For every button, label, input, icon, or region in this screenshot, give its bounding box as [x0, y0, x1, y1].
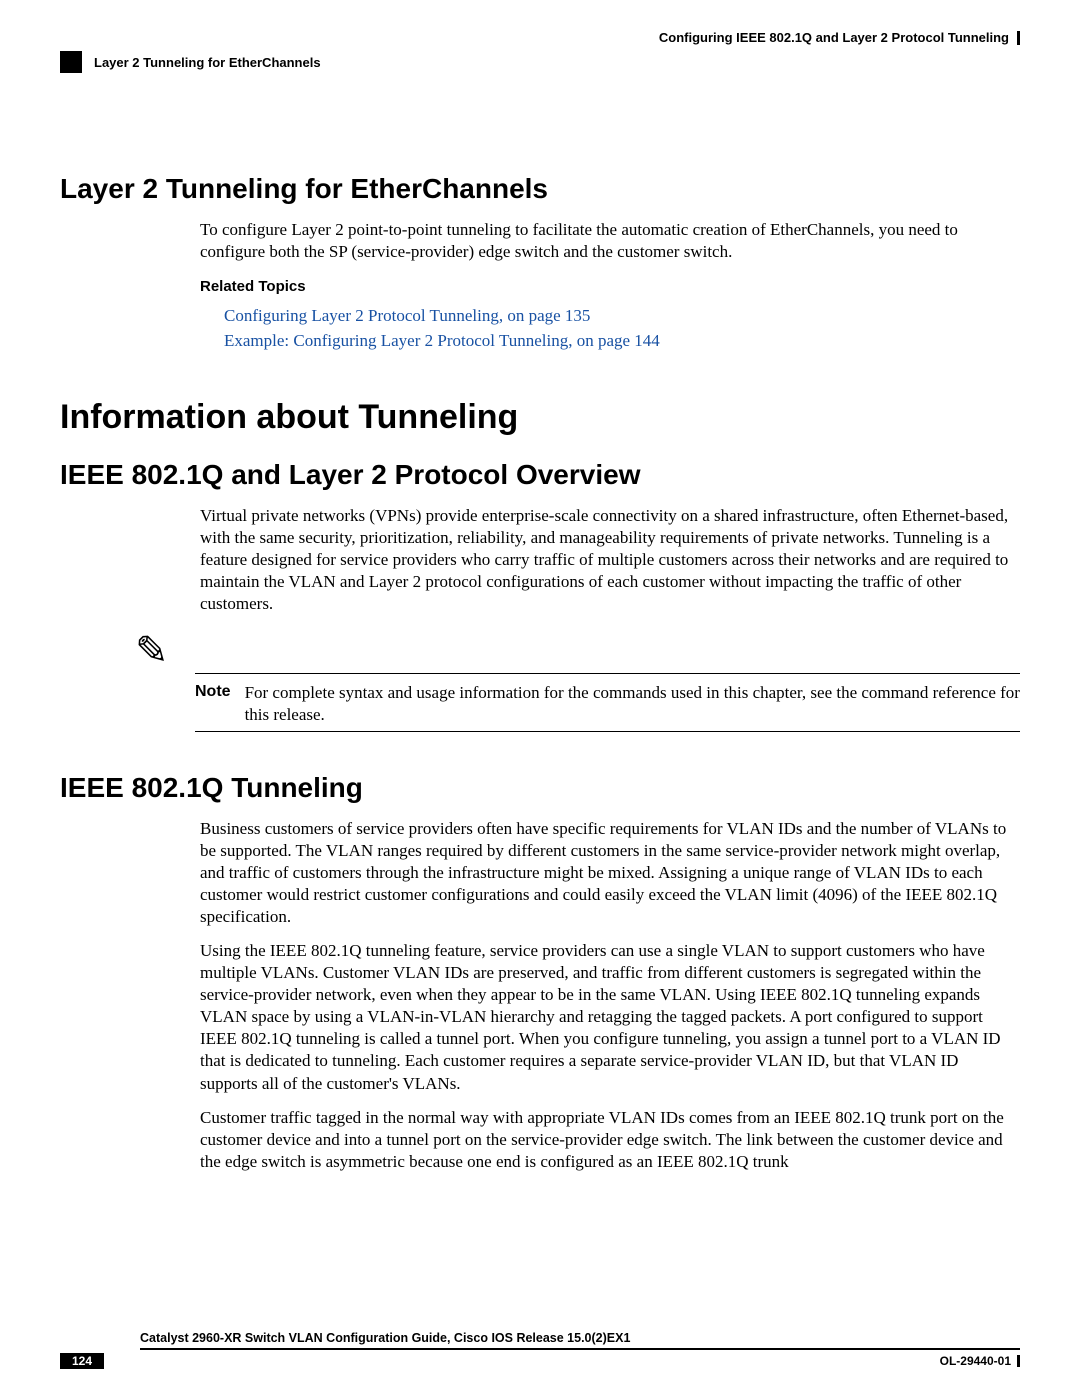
- divider: [195, 673, 1020, 674]
- footer-guide-title: Catalyst 2960-XR Switch VLAN Configurati…: [140, 1331, 1020, 1350]
- divider: [195, 731, 1020, 732]
- paragraph: To configure Layer 2 point-to-point tunn…: [200, 219, 1020, 263]
- running-section-header: Layer 2 Tunneling for EtherChannels: [94, 55, 321, 70]
- heading-info-about-tunneling: Information about Tunneling: [60, 398, 1020, 437]
- note-text: For complete syntax and usage informatio…: [245, 682, 1020, 726]
- heading-8021q-tunneling: IEEE 802.1Q Tunneling: [60, 772, 1020, 804]
- heading-overview: IEEE 802.1Q and Layer 2 Protocol Overvie…: [60, 459, 1020, 491]
- paragraph: Business customers of service providers …: [200, 818, 1020, 928]
- vertical-bar-icon: [1017, 1355, 1020, 1367]
- document-id: OL-29440-01: [940, 1354, 1011, 1368]
- note-label: Note: [195, 682, 231, 701]
- heading-layer2-etherchannels: Layer 2 Tunneling for EtherChannels: [60, 173, 1020, 205]
- related-topics-label: Related Topics: [200, 277, 1020, 297]
- link-config-l2-tunneling[interactable]: Configuring Layer 2 Protocol Tunneling, …: [224, 305, 1020, 327]
- note-icon: ✎: [135, 633, 1020, 669]
- chapter-title: Configuring IEEE 802.1Q and Layer 2 Prot…: [659, 30, 1009, 45]
- paragraph: Using the IEEE 802.1Q tunneling feature,…: [200, 940, 1020, 1095]
- paragraph: Virtual private networks (VPNs) provide …: [200, 505, 1020, 615]
- link-example-config-l2-tunneling[interactable]: Example: Configuring Layer 2 Protocol Tu…: [224, 330, 1020, 352]
- section-marker-icon: [60, 51, 82, 73]
- paragraph: Customer traffic tagged in the normal wa…: [200, 1107, 1020, 1173]
- vertical-bar-icon: [1017, 31, 1020, 45]
- page-number: 124: [60, 1353, 104, 1369]
